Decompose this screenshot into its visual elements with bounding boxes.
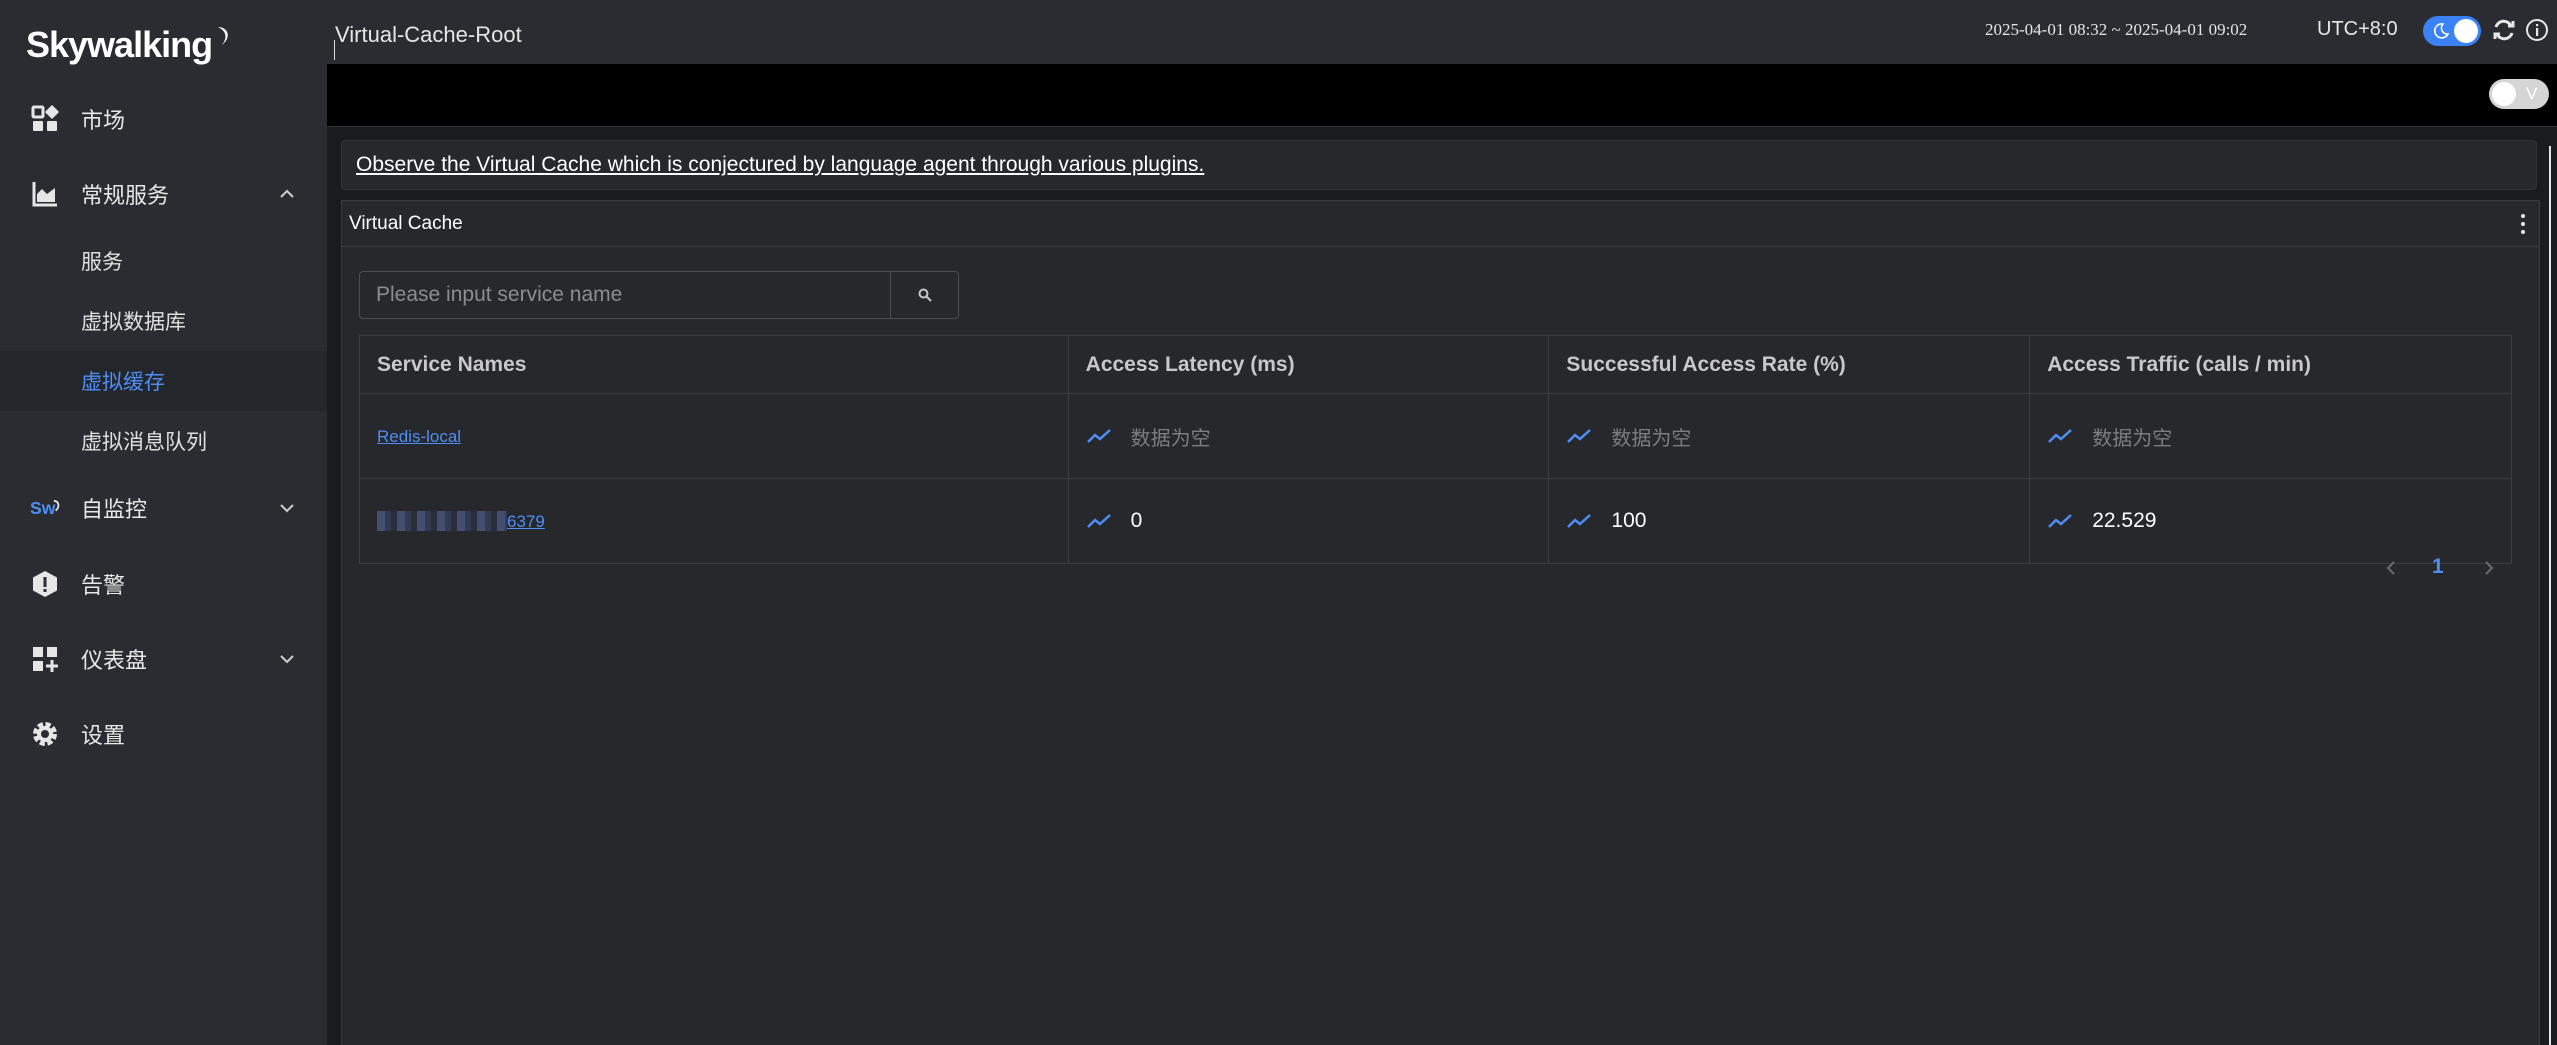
traffic-cell: 数据为空 bbox=[2029, 393, 2512, 479]
sidebar-item-label: 仪表盘 bbox=[81, 649, 148, 674]
chevron-up-icon bbox=[280, 189, 294, 198]
column-header: Successful Access Rate (%) bbox=[1548, 335, 2031, 394]
sidebar-subitem-label: 虚拟消息队列 bbox=[81, 430, 207, 454]
refresh-icon[interactable] bbox=[2491, 17, 2517, 43]
edit-mode-toggle[interactable]: V bbox=[2489, 79, 2549, 109]
metric-value: 100 bbox=[1611, 509, 1647, 532]
pagination: 1 bbox=[2382, 553, 2522, 583]
traffic-cell: 22.529 bbox=[2029, 478, 2512, 564]
services-table: Service Names Access Latency (ms) Succes… bbox=[359, 335, 2512, 564]
line-chart-icon[interactable] bbox=[1566, 426, 1592, 446]
sidebar-subitem-virtual-mq[interactable]: 虚拟消息队列 bbox=[0, 411, 327, 471]
column-header: Access Traffic (calls / min) bbox=[2029, 335, 2512, 394]
timezone-label[interactable]: UTC+8:0 bbox=[2317, 18, 2398, 41]
dashboard-add-icon bbox=[30, 644, 60, 674]
service-search bbox=[359, 271, 959, 319]
sidebar-item-label: 市场 bbox=[81, 109, 126, 134]
toggle-label: V bbox=[2526, 84, 2538, 103]
sidebar-item-label: 常规服务 bbox=[81, 184, 170, 209]
service-link[interactable]: 6379 bbox=[507, 512, 545, 531]
service-name-cell: 6379 bbox=[359, 478, 1069, 564]
sidebar: Skywalking 市场 常规服务 服务 虚拟数据库 虚拟缓存 虚拟消息队列 … bbox=[0, 0, 327, 1045]
chevron-down-icon bbox=[280, 655, 294, 664]
chevron-down-icon bbox=[280, 504, 294, 513]
sidebar-subitem-label: 虚拟缓存 bbox=[81, 370, 165, 394]
table-header-row: Service Names Access Latency (ms) Succes… bbox=[359, 335, 2512, 394]
line-chart-icon[interactable] bbox=[1086, 426, 1112, 446]
theme-toggle[interactable] bbox=[2423, 16, 2481, 46]
chart-icon bbox=[30, 179, 60, 209]
sidebar-subitem-label: 服务 bbox=[81, 250, 123, 274]
toggle-knob bbox=[2454, 19, 2478, 43]
empty-value: 数据为空 bbox=[1611, 425, 1692, 450]
sidebar-item-alerting[interactable]: 告警 bbox=[0, 554, 327, 614]
dashboard-grid-icon bbox=[30, 104, 60, 134]
sidebar-subitem-virtual-cache[interactable]: 虚拟缓存 bbox=[0, 351, 327, 411]
info-icon[interactable] bbox=[2524, 17, 2550, 43]
sidebar-item-label: 设置 bbox=[81, 724, 126, 749]
sidebar-item-self-monitoring[interactable]: Sw 自监控 bbox=[0, 478, 327, 538]
search-icon bbox=[918, 288, 932, 302]
moon-icon bbox=[2433, 23, 2450, 39]
chevron-right-icon[interactable] bbox=[2480, 557, 2498, 579]
sidebar-item-market[interactable]: 市场 bbox=[0, 89, 327, 149]
virtual-cache-panel: Virtual Cache Service Names Access Laten… bbox=[341, 200, 2540, 1045]
metric-value: 22.529 bbox=[2092, 509, 2157, 532]
logo-swoosh-icon bbox=[218, 27, 228, 45]
empty-value: 数据为空 bbox=[1130, 425, 1211, 450]
table-row: 6379 0 100 22.529 bbox=[359, 478, 2512, 564]
dashboard-toolbar: V bbox=[327, 64, 2557, 127]
latency-cell: 0 bbox=[1067, 478, 1550, 564]
service-name-cell: Redis-local bbox=[359, 393, 1069, 479]
sidebar-item-settings[interactable]: 设置 bbox=[0, 704, 327, 764]
description-bar: Observe the Virtual Cache which is conje… bbox=[341, 140, 2537, 190]
description-link[interactable]: Observe the Virtual Cache which is conje… bbox=[356, 153, 1204, 177]
sidebar-item-label: 自监控 bbox=[81, 498, 148, 523]
line-chart-icon[interactable] bbox=[1086, 511, 1112, 531]
skywalking-logo[interactable]: Skywalking bbox=[26, 22, 232, 68]
service-link[interactable]: Redis-local bbox=[377, 427, 461, 446]
top-header: Virtual-Cache-Root 2025-04-01 08:32 ~ 20… bbox=[327, 0, 2557, 64]
text-cursor bbox=[334, 40, 335, 60]
more-vertical-icon[interactable] bbox=[2517, 211, 2529, 237]
sidebar-subitem-label: 虚拟数据库 bbox=[81, 310, 186, 334]
svg-text:Sw: Sw bbox=[30, 498, 56, 518]
sw-logo-icon: Sw bbox=[30, 493, 60, 523]
success-rate-cell: 100 bbox=[1548, 478, 2031, 564]
main-content: Observe the Virtual Cache which is conje… bbox=[327, 127, 2557, 1045]
sidebar-item-general-service[interactable]: 常规服务 bbox=[0, 164, 327, 224]
search-input[interactable] bbox=[360, 272, 890, 318]
empty-value: 数据为空 bbox=[2092, 425, 2173, 450]
time-range-picker[interactable]: 2025-04-01 08:32 ~ 2025-04-01 09:02 bbox=[1985, 20, 2247, 40]
line-chart-icon[interactable] bbox=[2047, 511, 2073, 531]
page-number[interactable]: 1 bbox=[2432, 555, 2444, 579]
sidebar-item-dashboard[interactable]: 仪表盘 bbox=[0, 629, 327, 689]
table-row: Redis-local 数据为空 数据为空 数据为空 bbox=[359, 393, 2512, 479]
search-button[interactable] bbox=[890, 272, 958, 318]
sidebar-subitem-service[interactable]: 服务 bbox=[0, 231, 327, 291]
panel-header: Virtual Cache bbox=[342, 201, 2539, 247]
logo-text: Skywalking bbox=[26, 24, 213, 65]
sidebar-item-label: 告警 bbox=[81, 574, 126, 599]
line-chart-icon[interactable] bbox=[1566, 511, 1592, 531]
chevron-left-icon[interactable] bbox=[2382, 557, 2400, 579]
column-header: Service Names bbox=[359, 335, 1069, 394]
alert-hexagon-icon bbox=[30, 569, 60, 599]
sidebar-subitem-virtual-database[interactable]: 虚拟数据库 bbox=[0, 291, 327, 351]
toggle-knob bbox=[2492, 82, 2516, 106]
gear-icon bbox=[30, 719, 60, 749]
scrollbar[interactable] bbox=[2549, 146, 2551, 1045]
page-title: Virtual-Cache-Root bbox=[335, 22, 522, 47]
line-chart-icon[interactable] bbox=[2047, 426, 2073, 446]
column-header: Access Latency (ms) bbox=[1067, 335, 1550, 394]
obscured-hostname bbox=[377, 511, 507, 532]
panel-title: Virtual Cache bbox=[349, 213, 463, 234]
metric-value: 0 bbox=[1130, 509, 1143, 532]
latency-cell: 数据为空 bbox=[1067, 393, 1550, 479]
success-rate-cell: 数据为空 bbox=[1548, 393, 2031, 479]
